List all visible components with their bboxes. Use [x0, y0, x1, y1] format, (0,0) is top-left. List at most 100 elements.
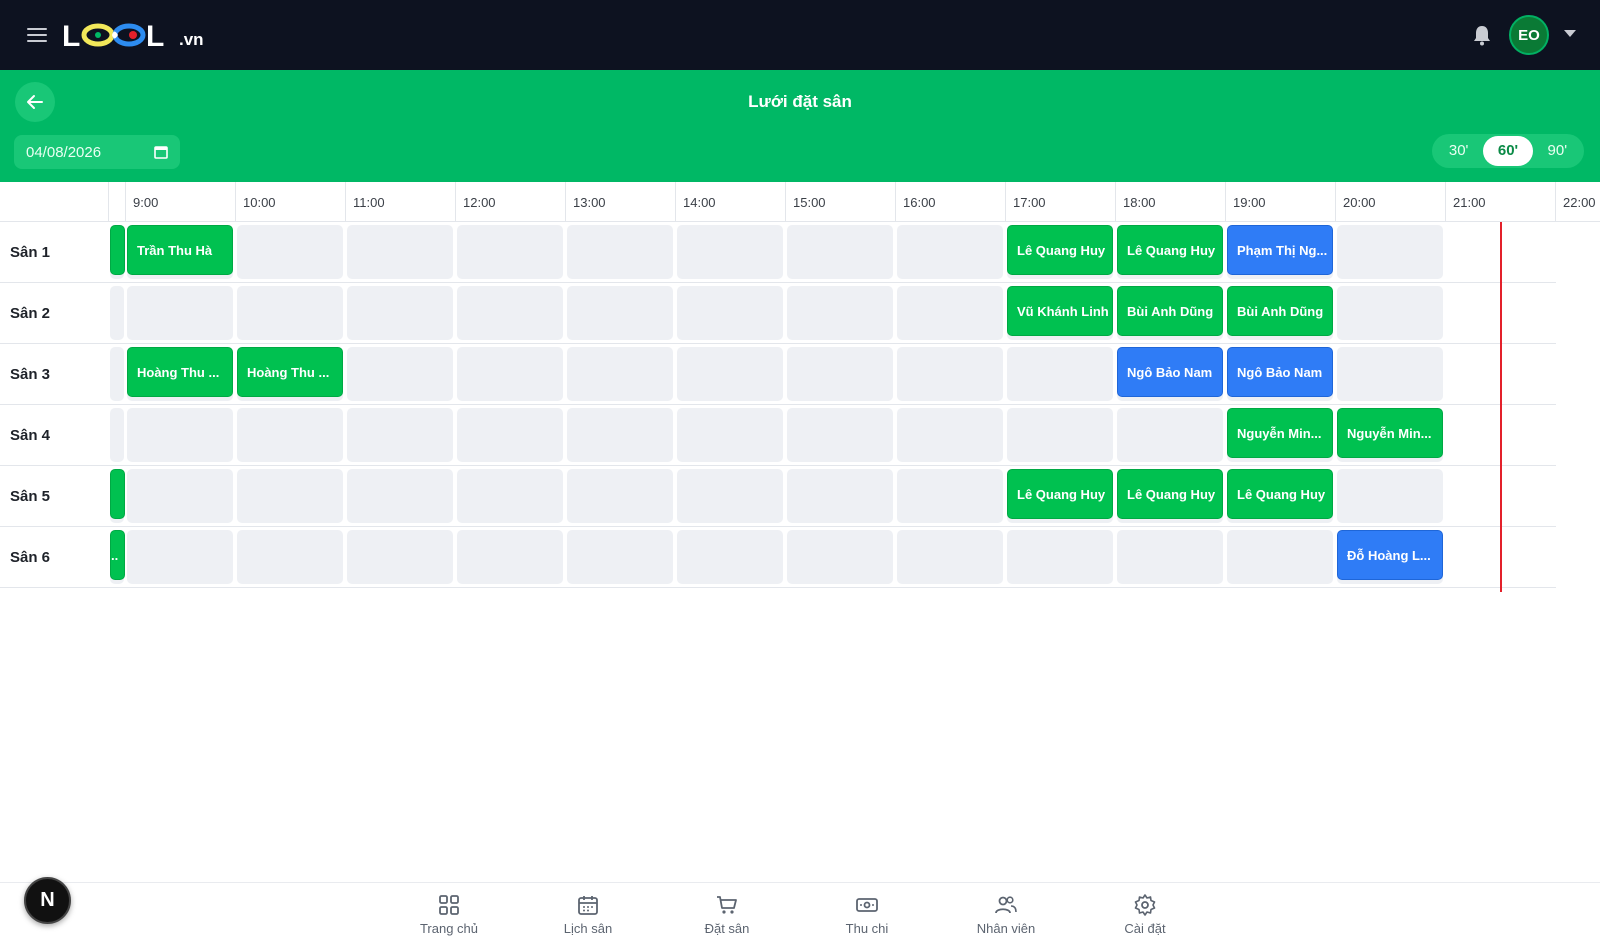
booking-block[interactable]: Lê Quang Huy	[1007, 469, 1113, 519]
calendar-icon[interactable]	[154, 145, 168, 159]
empty-slot[interactable]	[237, 469, 343, 523]
empty-slot[interactable]	[787, 408, 893, 462]
notification-bell-icon[interactable]	[1470, 23, 1494, 47]
empty-slot[interactable]	[457, 347, 563, 401]
empty-slot[interactable]	[677, 347, 783, 401]
logo-mark: L L	[62, 20, 164, 53]
empty-slot[interactable]	[787, 225, 893, 279]
empty-slot[interactable]	[897, 225, 1003, 279]
booking-block[interactable]: Vũ Khánh Linh	[1007, 286, 1113, 336]
booking-block[interactable]: Lê Quang Huy	[1117, 225, 1223, 275]
booking-block[interactable]: Đỗ Hoàng L...	[1337, 530, 1443, 580]
booking-block[interactable]: Ngô Bảo Nam	[1117, 347, 1223, 397]
empty-slot[interactable]	[567, 225, 673, 279]
empty-slot[interactable]	[567, 286, 673, 340]
empty-slot[interactable]	[347, 286, 453, 340]
nav-cai-dat[interactable]: Cài đặt	[1090, 893, 1200, 936]
empty-slot[interactable]	[347, 225, 453, 279]
booking-block[interactable]	[110, 469, 125, 519]
calendar-icon	[578, 896, 598, 915]
empty-slot[interactable]	[1337, 469, 1443, 523]
empty-slot[interactable]	[897, 469, 1003, 523]
chevron-down-icon[interactable]	[1564, 30, 1576, 37]
empty-slot[interactable]	[1117, 408, 1223, 462]
empty-slot[interactable]	[1117, 530, 1223, 584]
hamburger-menu-icon[interactable]	[26, 24, 48, 46]
empty-slot[interactable]	[237, 286, 343, 340]
empty-slot[interactable]	[787, 286, 893, 340]
empty-slot[interactable]	[677, 408, 783, 462]
empty-slot[interactable]	[897, 408, 1003, 462]
booking-block[interactable]: Trần Thu Hà	[127, 225, 233, 275]
empty-slot[interactable]	[457, 469, 563, 523]
empty-slot[interactable]	[110, 286, 124, 340]
empty-slot[interactable]	[1337, 225, 1443, 279]
empty-slot[interactable]	[787, 530, 893, 584]
booking-block[interactable]: Nguyễn Min...	[1227, 408, 1333, 458]
nav-dat-san[interactable]: Đặt sân	[672, 893, 782, 936]
empty-slot[interactable]	[897, 347, 1003, 401]
court-name: Sân 2	[10, 305, 51, 322]
empty-slot[interactable]	[457, 408, 563, 462]
empty-slot[interactable]	[127, 530, 233, 584]
empty-slot[interactable]	[677, 286, 783, 340]
empty-slot[interactable]	[1227, 530, 1333, 584]
empty-slot[interactable]	[237, 408, 343, 462]
empty-slot[interactable]	[567, 530, 673, 584]
empty-slot[interactable]	[237, 530, 343, 584]
empty-slot[interactable]	[127, 286, 233, 340]
empty-slot[interactable]	[787, 347, 893, 401]
empty-slot[interactable]	[567, 469, 673, 523]
empty-slot[interactable]	[347, 408, 453, 462]
empty-slot[interactable]	[457, 286, 563, 340]
empty-slot[interactable]	[897, 286, 1003, 340]
nav-thu-chi[interactable]: Thu chi	[812, 893, 922, 936]
empty-slot[interactable]	[457, 225, 563, 279]
empty-slot[interactable]	[1337, 347, 1443, 401]
empty-slot[interactable]	[127, 469, 233, 523]
empty-slot[interactable]	[110, 408, 124, 462]
date-input[interactable]: 04/08/2026	[14, 135, 180, 169]
booking-block[interactable]: Phạm Thị Ng...	[1227, 225, 1333, 275]
nav-trang-chu[interactable]: Trang chủ	[394, 893, 504, 936]
empty-slot[interactable]	[677, 225, 783, 279]
duration-90-option[interactable]: 90'	[1533, 136, 1582, 166]
empty-slot[interactable]	[110, 347, 124, 401]
dev-tools-badge[interactable]: N	[24, 877, 71, 924]
empty-slot[interactable]	[1007, 530, 1113, 584]
empty-slot[interactable]	[897, 530, 1003, 584]
user-avatar[interactable]: EO	[1509, 15, 1549, 55]
empty-slot[interactable]	[347, 469, 453, 523]
empty-slot[interactable]	[347, 530, 453, 584]
booking-block[interactable]: Lê Quang Huy	[1227, 469, 1333, 519]
booking-block[interactable]: Hoàng Thu ...	[237, 347, 343, 397]
empty-slot[interactable]	[1337, 286, 1443, 340]
time-label: 19:00	[1233, 195, 1266, 210]
empty-slot[interactable]	[1007, 347, 1113, 401]
duration-60-option[interactable]: 60'	[1483, 136, 1533, 166]
empty-slot[interactable]	[237, 225, 343, 279]
empty-slot[interactable]	[457, 530, 563, 584]
empty-slot[interactable]	[1007, 408, 1113, 462]
booking-block[interactable]	[110, 225, 125, 275]
nav-nhan-vien[interactable]: Nhân viên	[951, 893, 1061, 936]
empty-slot[interactable]	[567, 347, 673, 401]
empty-slot[interactable]	[787, 469, 893, 523]
court-name: Sân 1	[10, 244, 51, 261]
duration-30-option[interactable]: 30'	[1434, 136, 1483, 166]
booking-block[interactable]: Bùi Anh Dũng	[1117, 286, 1223, 336]
booking-block[interactable]: Ngô Bảo Nam	[1227, 347, 1333, 397]
booking-block[interactable]: Lê Quang Huy	[1117, 469, 1223, 519]
empty-slot[interactable]	[347, 347, 453, 401]
app-logo[interactable]: L L .vn	[62, 16, 204, 54]
empty-slot[interactable]	[567, 408, 673, 462]
booking-block[interactable]: ..	[110, 530, 125, 580]
empty-slot[interactable]	[677, 530, 783, 584]
booking-block[interactable]: Nguyễn Min...	[1337, 408, 1443, 458]
booking-block[interactable]: Lê Quang Huy	[1007, 225, 1113, 275]
booking-block[interactable]: Hoàng Thu ...	[127, 347, 233, 397]
booking-block[interactable]: Bùi Anh Dũng	[1227, 286, 1333, 336]
empty-slot[interactable]	[677, 469, 783, 523]
nav-lich-san[interactable]: Lịch sân	[533, 893, 643, 936]
empty-slot[interactable]	[127, 408, 233, 462]
